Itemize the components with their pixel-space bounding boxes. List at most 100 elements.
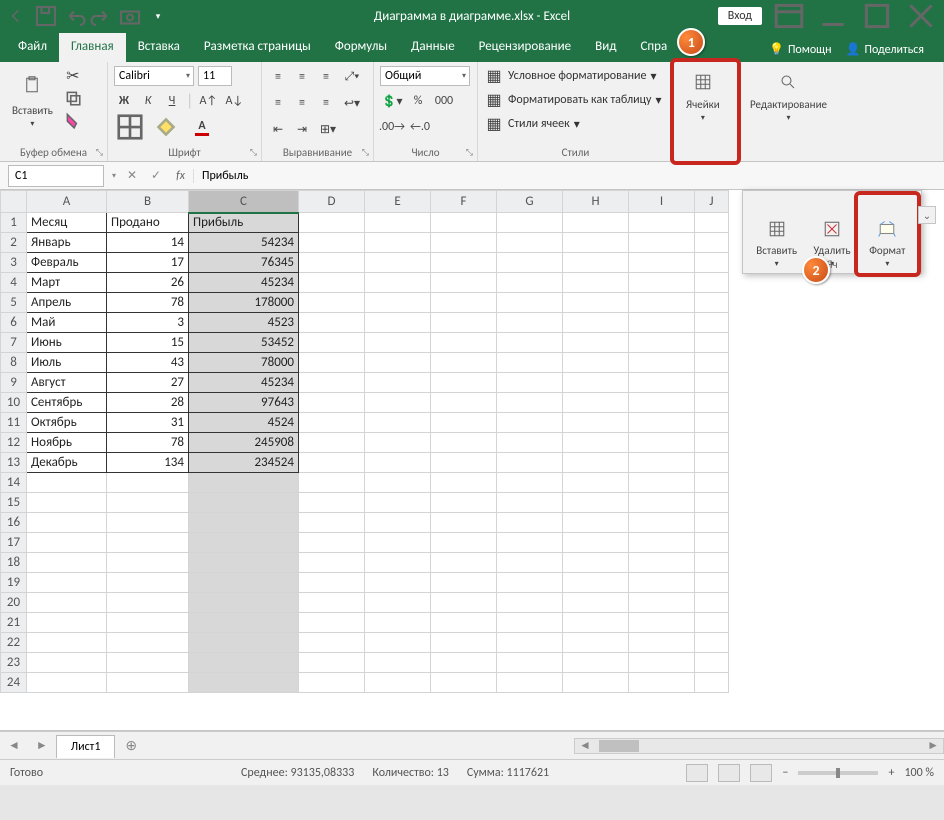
cell[interactable] (27, 653, 107, 673)
cell[interactable] (299, 293, 365, 313)
col-header[interactable]: B (107, 191, 189, 213)
cell[interactable] (27, 493, 107, 513)
cell[interactable]: 28 (107, 393, 189, 413)
row-header[interactable]: 5 (1, 293, 27, 313)
cell[interactable]: 78 (107, 293, 189, 313)
cell[interactable] (563, 513, 629, 533)
row-header[interactable]: 16 (1, 513, 27, 533)
row-header[interactable]: 9 (1, 373, 27, 393)
cell[interactable]: Продано (107, 213, 189, 233)
cell[interactable]: 76345 (189, 253, 299, 273)
cell[interactable] (189, 573, 299, 593)
align-center-icon[interactable]: ≡ (292, 92, 312, 114)
cell[interactable] (563, 673, 629, 693)
cell[interactable] (431, 593, 497, 613)
cell[interactable] (189, 553, 299, 573)
col-header[interactable]: C (189, 191, 299, 213)
tab-рецензирование[interactable]: Рецензирование (467, 33, 583, 62)
align-bottom-icon[interactable]: ≡ (316, 66, 336, 88)
cell[interactable] (695, 433, 729, 453)
row-header[interactable]: 24 (1, 673, 27, 693)
cell[interactable] (299, 253, 365, 273)
cell[interactable] (431, 673, 497, 693)
cell[interactable] (497, 233, 563, 253)
col-header[interactable]: F (431, 191, 497, 213)
cell[interactable] (431, 233, 497, 253)
nav-prev-icon[interactable]: ◄ (0, 738, 28, 753)
cell[interactable] (365, 553, 431, 573)
decrease-decimal-icon[interactable]: ←.0 (408, 116, 432, 138)
col-header[interactable]: J (695, 191, 729, 213)
cell[interactable] (629, 673, 695, 693)
cell[interactable] (497, 253, 563, 273)
merge-icon[interactable]: ⊞▾ (316, 118, 340, 140)
cell[interactable] (497, 673, 563, 693)
row-header[interactable]: 8 (1, 353, 27, 373)
cell[interactable] (431, 353, 497, 373)
cell[interactable] (299, 313, 365, 333)
cell[interactable] (365, 273, 431, 293)
cell[interactable] (695, 333, 729, 353)
cell[interactable] (629, 513, 695, 533)
cell[interactable] (563, 653, 629, 673)
cell[interactable] (563, 413, 629, 433)
cell[interactable] (497, 313, 563, 333)
cell[interactable] (365, 413, 431, 433)
cell[interactable] (431, 633, 497, 653)
cell[interactable] (299, 433, 365, 453)
formula-input[interactable]: Прибыль (194, 169, 944, 183)
tab-главная[interactable]: Главная (59, 33, 126, 62)
cut-icon[interactable]: ✂ (63, 66, 83, 86)
cell[interactable] (431, 573, 497, 593)
cell[interactable] (497, 393, 563, 413)
cell[interactable] (365, 313, 431, 333)
cell[interactable] (497, 553, 563, 573)
cell[interactable]: 14 (107, 233, 189, 253)
cell[interactable] (299, 233, 365, 253)
align-top-icon[interactable]: ≡ (268, 66, 288, 88)
cell[interactable] (365, 473, 431, 493)
cell[interactable] (629, 233, 695, 253)
collapse-ribbon-icon[interactable]: ⌄ (918, 206, 936, 224)
cell[interactable] (299, 213, 365, 233)
cell[interactable] (299, 653, 365, 673)
cell[interactable] (629, 553, 695, 573)
cell[interactable] (629, 313, 695, 333)
view-page-layout-icon[interactable] (718, 764, 740, 782)
cell[interactable] (563, 593, 629, 613)
decrease-font-icon[interactable]: A↓ (223, 90, 245, 112)
cell[interactable] (27, 573, 107, 593)
indent-increase-icon[interactable]: ⇥ (292, 118, 312, 140)
cell[interactable] (563, 453, 629, 473)
cell[interactable] (299, 333, 365, 353)
row-header[interactable]: 6 (1, 313, 27, 333)
cell[interactable] (299, 593, 365, 613)
cell[interactable] (695, 613, 729, 633)
cell[interactable]: Август (27, 373, 107, 393)
align-right-icon[interactable]: ≡ (316, 92, 336, 114)
cell[interactable] (431, 433, 497, 453)
cell[interactable]: 3 (107, 313, 189, 333)
cell[interactable] (497, 353, 563, 373)
cell[interactable] (107, 653, 189, 673)
cell[interactable] (431, 473, 497, 493)
cell[interactable] (27, 673, 107, 693)
cell[interactable] (431, 653, 497, 673)
cell[interactable] (695, 313, 729, 333)
view-normal-icon[interactable] (686, 764, 708, 782)
cell[interactable] (695, 373, 729, 393)
accounting-icon[interactable]: 💲▾ (380, 90, 404, 112)
cell[interactable]: 245908 (189, 433, 299, 453)
cell[interactable] (629, 433, 695, 453)
help-button[interactable]: 💡Помощн (769, 42, 832, 57)
cell[interactable] (365, 373, 431, 393)
cell[interactable] (365, 213, 431, 233)
save-icon[interactable] (34, 4, 58, 28)
cell[interactable] (365, 333, 431, 353)
cell[interactable] (695, 513, 729, 533)
row-header[interactable]: 1 (1, 213, 27, 233)
cell[interactable]: 26 (107, 273, 189, 293)
cell[interactable] (431, 253, 497, 273)
cell[interactable] (299, 513, 365, 533)
cell[interactable] (497, 573, 563, 593)
